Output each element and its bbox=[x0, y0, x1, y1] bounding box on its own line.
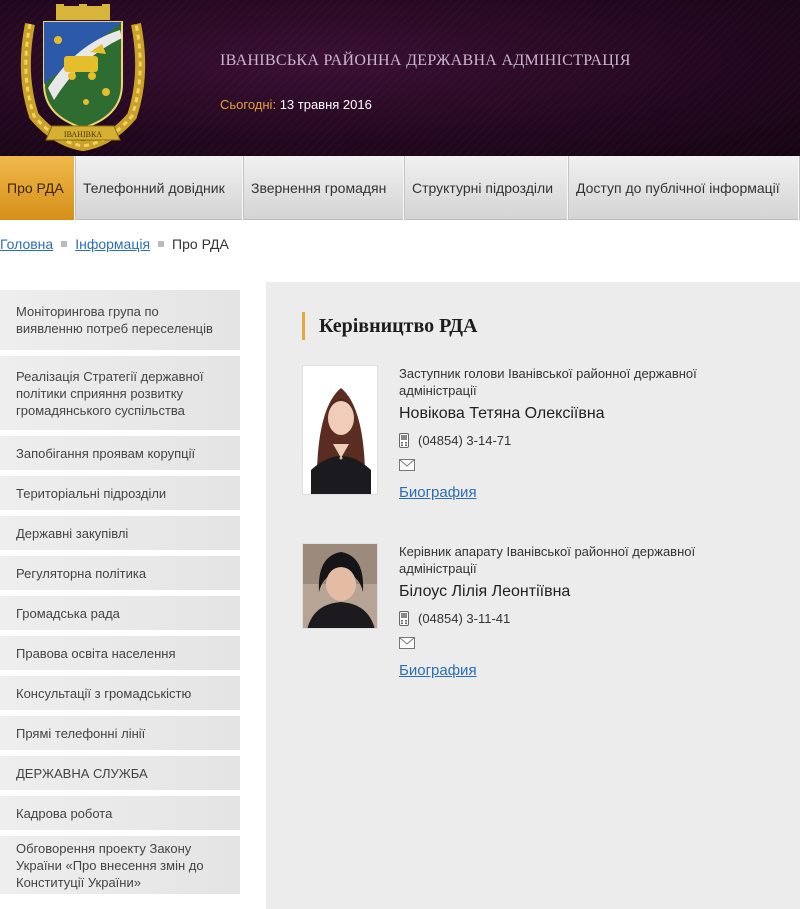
person-card: Керівник апарату Іванівської районної де… bbox=[302, 543, 782, 679]
coat-banner-text: ІВАНІВКА bbox=[64, 130, 102, 139]
breadcrumb-separator bbox=[61, 241, 68, 247]
person-phone: (04854) 3-11-41 bbox=[418, 611, 511, 626]
sidebar-item-civil-service[interactable]: ДЕРЖАВНА СЛУЖБА bbox=[0, 756, 240, 790]
page-title: Керівництво РДА bbox=[302, 312, 477, 340]
person-position: Керівник апарату Іванівської районної де… bbox=[399, 544, 696, 576]
sidebar-item-public-consultations[interactable]: Консультації з громадськістю bbox=[0, 676, 240, 710]
person-name: Новікова Тетяна Олексіївна bbox=[399, 405, 605, 422]
sidebar-item-constitution-discussion[interactable]: Обговорення проекту Закону України «Про … bbox=[0, 836, 240, 894]
mail-icon[interactable] bbox=[399, 459, 415, 471]
breadcrumb-info-link[interactable]: Інформація bbox=[75, 236, 150, 252]
nav-citizen-appeals[interactable]: Звернення громадян bbox=[244, 156, 405, 220]
sidebar-item-regulatory-policy[interactable]: Регуляторна політика bbox=[0, 556, 240, 590]
sidebar-item-hotlines[interactable]: Прямі телефонні лінії bbox=[0, 716, 240, 750]
breadcrumb-home-link[interactable]: Головна bbox=[0, 236, 53, 252]
person-photo bbox=[302, 365, 378, 495]
person-info: Заступник голови Іванівської районної де… bbox=[399, 365, 729, 502]
nav-phone-directory[interactable]: Телефонний довідник bbox=[76, 156, 244, 220]
breadcrumb: Головна Інформація Про РДА bbox=[0, 236, 229, 252]
sidebar-item-hr[interactable]: Кадрова робота bbox=[0, 796, 240, 830]
site-title: ІВАНІВСЬКА РАЙОННА ДЕРЖАВНА АДМІНІСТРАЦІ… bbox=[220, 52, 631, 69]
phone-icon bbox=[399, 611, 409, 626]
biography-link[interactable]: Биография bbox=[399, 662, 477, 679]
mail-icon[interactable] bbox=[399, 637, 415, 649]
sidebar-item-legal-education[interactable]: Правова освіта населення bbox=[0, 636, 240, 670]
person-position: Заступник голови Іванівської районної де… bbox=[399, 366, 697, 398]
person-phone: (04854) 3-14-71 bbox=[418, 433, 512, 448]
nav-about[interactable]: Про РДА bbox=[0, 156, 76, 220]
person-card: Заступник голови Іванівської районної де… bbox=[302, 365, 782, 501]
person-phone-row: (04854) 3-11-41 bbox=[399, 611, 729, 626]
main-content: Керівництво РДА Заступник голови Іванівс… bbox=[266, 282, 800, 909]
coat-of-arms-logo[interactable]: ІВАНІВКА bbox=[16, 4, 150, 154]
phone-icon bbox=[399, 433, 409, 448]
biography-link[interactable]: Биография bbox=[399, 484, 477, 501]
person-email-row bbox=[399, 458, 729, 472]
sidebar-item-public-council[interactable]: Громадська рада bbox=[0, 596, 240, 630]
person-info: Керівник апарату Іванівської районної де… bbox=[399, 543, 729, 680]
nav-public-info[interactable]: Доступ до публічної інформації bbox=[569, 156, 800, 220]
today-date: Сьогодні: 13 травня 2016 bbox=[220, 97, 372, 112]
person-phone-row: (04854) 3-14-71 bbox=[399, 433, 729, 448]
sidebar-item-monitoring-group[interactable]: Моніторингова група по виявленню потреб … bbox=[0, 290, 240, 350]
breadcrumb-separator bbox=[158, 241, 165, 247]
today-value: 13 травня 2016 bbox=[279, 97, 372, 112]
today-label: Сьогодні: bbox=[220, 97, 277, 112]
sidebar-item-public-procurement[interactable]: Державні закупівлі bbox=[0, 516, 240, 550]
sidebar-item-civil-society-strategy[interactable]: Реалізація Стратегії державної політики … bbox=[0, 356, 240, 430]
person-photo bbox=[302, 543, 378, 629]
sidebar-menu: Моніторингова група по виявленню потреб … bbox=[0, 290, 240, 900]
nav-structural-units[interactable]: Структурні підрозділи bbox=[405, 156, 569, 220]
sidebar-item-territorial-units[interactable]: Територіальні підрозділи bbox=[0, 476, 240, 510]
breadcrumb-current: Про РДА bbox=[172, 236, 229, 252]
person-email-row bbox=[399, 636, 729, 650]
person-name: Білоус Лілія Леонтіївна bbox=[399, 583, 571, 600]
main-nav: Про РДА Телефонний довідник Звернення гр… bbox=[0, 156, 800, 220]
site-header: ІВАНІВКА ІВАНІВСЬКА РАЙОННА ДЕРЖАВНА АДМ… bbox=[0, 0, 800, 156]
sidebar-item-anti-corruption[interactable]: Запобігання проявам корупції bbox=[0, 436, 240, 470]
